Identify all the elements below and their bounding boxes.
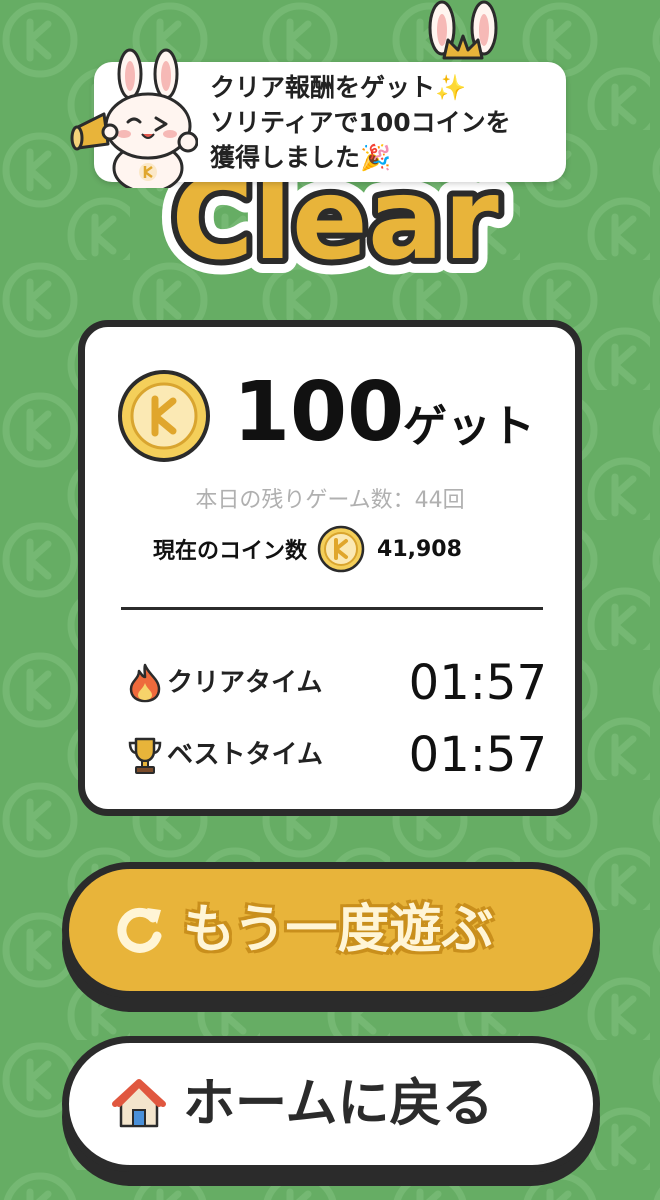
back-to-home-button[interactable]: ホームに戻る	[62, 1036, 600, 1172]
clear-time-label: クリアタイム	[167, 668, 323, 698]
reward-suffix: ゲット	[403, 401, 535, 452]
coin-icon	[118, 370, 210, 462]
best-time-label: ベストタイム	[167, 740, 324, 770]
reward-amount: 100	[233, 365, 405, 460]
notification-line-2: ソリティアで100コインを	[210, 108, 511, 137]
home-icon	[112, 1079, 166, 1128]
play-again-label: もう一度遊ぶ	[183, 900, 494, 960]
back-to-home-label: ホームに戻る	[183, 1074, 494, 1134]
best-time-value: 01:57	[408, 727, 547, 783]
current-coin-row: 現在のコイン数 41,908	[153, 524, 462, 574]
trophy-icon	[128, 737, 162, 774]
play-again-button[interactable]: もう一度遊ぶ	[62, 862, 600, 998]
notification-line-1: クリア報酬をゲット✨	[210, 73, 467, 102]
notification-text: クリア報酬をゲット✨ ソリティアで100コインを 獲得しました🎉	[210, 70, 560, 175]
fire-icon	[129, 663, 161, 703]
best-time-row: ベストタイム 01:57	[127, 725, 547, 785]
result-card: 100 ゲット 本日の残りゲーム数：44回 現在のコイン数 41,908 クリア…	[78, 320, 582, 816]
divider	[121, 607, 543, 610]
coin-icon	[317, 525, 365, 573]
crowned-rabbit-icon	[428, 0, 498, 60]
notification-line-3: 獲得しました🎉	[210, 143, 392, 172]
clear-time-row: クリアタイム 01:57	[127, 653, 547, 713]
current-coin-value: 41,908	[377, 536, 462, 562]
home-button-wrapper: ホームに戻る	[62, 1036, 600, 1188]
rabbit-megaphone-mascot-icon	[70, 48, 198, 188]
clear-time-value: 01:57	[408, 655, 547, 711]
play-again-button-wrapper: もう一度遊ぶ	[62, 862, 600, 1014]
current-coin-label: 現在のコイン数	[153, 539, 308, 564]
replay-icon	[117, 907, 162, 953]
remaining-games-text: 本日の残りゲーム数：44回	[195, 488, 465, 513]
